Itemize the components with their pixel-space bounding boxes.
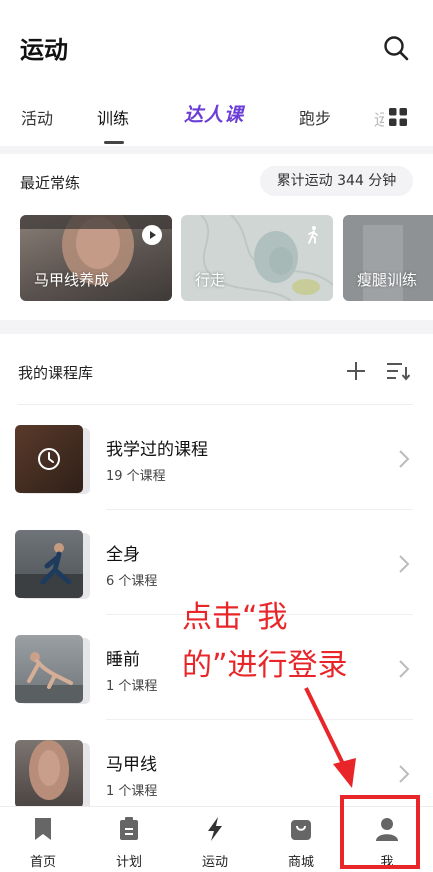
walking-icon — [303, 225, 323, 245]
play-icon — [142, 225, 162, 245]
annotation-text-line2: 的”进行登录 — [182, 648, 348, 683]
clipboard-icon — [117, 817, 141, 841]
tab-plan[interactable]: 计划 — [86, 807, 172, 872]
tab-home[interactable]: 首页 — [0, 807, 86, 872]
tab-expert-course[interactable]: 达人课 — [184, 100, 244, 127]
bedtime-thumbnail — [15, 635, 83, 703]
tab-overflow[interactable]: 运 — [374, 106, 384, 130]
tab-label: 计划 — [115, 855, 142, 870]
chevron-right-icon — [398, 449, 410, 469]
tab-training[interactable]: 训练 — [97, 105, 129, 129]
course-count: 6 个课程 — [106, 574, 158, 589]
recent-cards: 马甲线养成 行走 瘦腿训练 — [20, 215, 433, 301]
history-thumbnail — [15, 425, 83, 493]
tab-label: 商城 — [287, 855, 314, 870]
library-title: 我的课程库 — [18, 364, 94, 382]
recent-card-label: 行走 — [195, 271, 226, 289]
active-tab-indicator — [104, 141, 124, 144]
tab-activity[interactable]: 活动 — [21, 105, 53, 129]
course-thumbnail — [15, 425, 93, 494]
annotation-highlight-box — [340, 795, 420, 869]
annotation-arrow — [300, 684, 370, 794]
recent-card-label: 马甲线养成 — [34, 271, 110, 289]
annotation-text-line1: 点击“我 — [182, 600, 288, 635]
lightning-icon — [203, 817, 227, 841]
course-count: 19 个课程 — [106, 469, 166, 484]
divider — [18, 404, 413, 405]
tab-shop[interactable]: 商城 — [258, 807, 344, 872]
search-icon[interactable] — [382, 34, 410, 62]
shopping-bag-icon — [289, 817, 313, 841]
recent-card[interactable]: 瘦腿训练 — [343, 215, 433, 301]
tab-label: 运动 — [201, 855, 228, 870]
section-divider — [0, 146, 433, 154]
section-divider — [0, 320, 433, 334]
chevron-right-icon — [398, 764, 410, 784]
course-thumbnail — [15, 740, 93, 809]
course-name: 睡前 — [106, 650, 140, 670]
divider — [106, 509, 413, 510]
bookmark-icon — [31, 817, 55, 841]
page-title: 运动 — [20, 36, 68, 64]
recent-card[interactable]: 行走 — [181, 215, 333, 301]
recent-title: 最近常练 — [20, 174, 81, 192]
course-thumbnail — [15, 530, 93, 599]
tab-sport[interactable]: 运动 — [172, 807, 258, 872]
recent-card-label: 瘦腿训练 — [357, 271, 418, 289]
chevron-right-icon — [398, 659, 410, 679]
fullbody-thumbnail — [15, 530, 83, 598]
abs-thumbnail — [15, 740, 83, 808]
tab-label: 首页 — [29, 855, 56, 870]
course-name: 全身 — [106, 545, 140, 565]
course-name: 我学过的课程 — [106, 440, 208, 460]
course-thumbnail — [15, 635, 93, 704]
header: 运动 — [0, 0, 433, 95]
course-count: 1 个课程 — [106, 784, 158, 799]
list-item[interactable]: 我学过的课程 19 个课程 — [0, 425, 433, 533]
chevron-right-icon — [398, 554, 410, 574]
recent-card[interactable]: 马甲线养成 — [20, 215, 172, 301]
grid-icon[interactable] — [389, 108, 407, 126]
tab-running[interactable]: 跑步 — [299, 105, 331, 129]
sort-list-icon[interactable] — [386, 361, 411, 381]
course-count: 1 个课程 — [106, 679, 158, 694]
total-minutes-badge[interactable]: 累计运动 344 分钟 — [260, 166, 413, 196]
add-icon[interactable] — [345, 360, 367, 382]
course-name: 马甲线 — [106, 755, 157, 775]
